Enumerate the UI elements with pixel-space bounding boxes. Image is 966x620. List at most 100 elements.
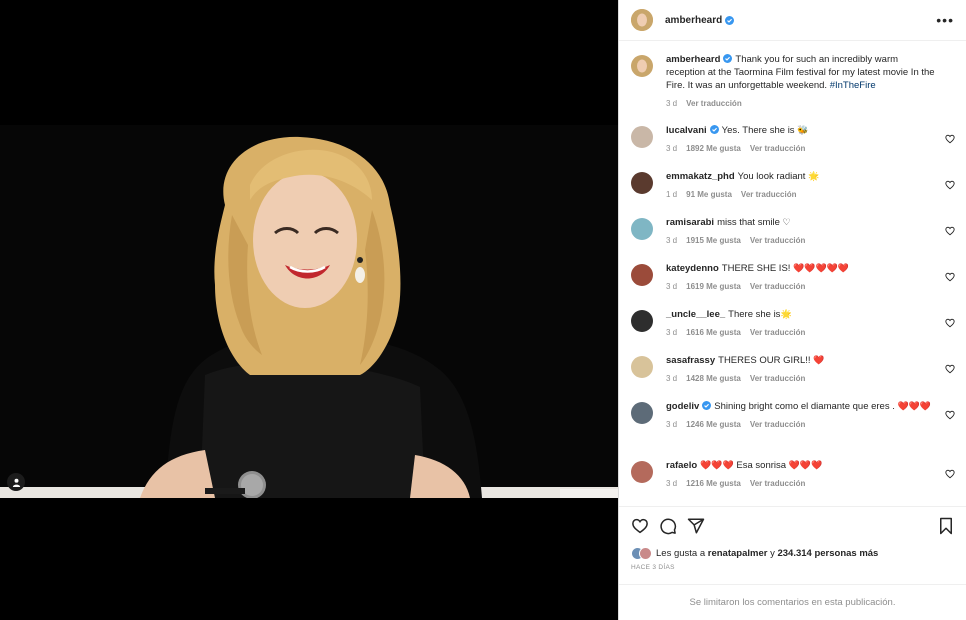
translate-link[interactable]: Ver traducción bbox=[750, 144, 806, 153]
action-icons bbox=[631, 517, 954, 535]
like-comment-heart-icon[interactable] bbox=[945, 134, 955, 144]
comment-age: 3 d bbox=[666, 479, 678, 488]
like-comment-heart-icon[interactable] bbox=[945, 272, 955, 282]
more-options-icon[interactable]: ••• bbox=[936, 12, 954, 28]
comment-meta: 3 d 1246 Me gusta Ver traducción bbox=[666, 418, 936, 431]
translate-link[interactable]: Ver traducción bbox=[750, 328, 806, 337]
translate-link[interactable]: Ver traducción bbox=[741, 190, 797, 199]
comment-age: 3 d bbox=[666, 282, 678, 291]
comment-meta: 3 d 1915 Me gusta Ver traducción bbox=[666, 234, 936, 247]
comment-username[interactable]: _uncle__lee_ bbox=[666, 309, 725, 320]
comment-likes[interactable]: 1428 Me gusta bbox=[686, 374, 741, 383]
portrait-image bbox=[0, 125, 618, 498]
save-bookmark-icon[interactable] bbox=[938, 517, 954, 535]
translate-link[interactable]: Ver traducción bbox=[750, 420, 806, 429]
comment-likes[interactable]: 1216 Me gusta bbox=[686, 479, 741, 488]
liker-username[interactable]: renatapalmer bbox=[708, 548, 768, 559]
comment-emoji: 🐝 bbox=[797, 125, 809, 135]
post-timestamp: HACE 3 DÍAS bbox=[631, 564, 675, 571]
comment-meta: 3 d 1216 Me gusta Ver traducción bbox=[666, 477, 936, 490]
commenter-avatar[interactable] bbox=[631, 264, 653, 286]
comments-disabled-notice: Se limitaron los comentarios en esta pub… bbox=[619, 584, 966, 620]
translate-link[interactable]: Ver traducción bbox=[686, 99, 742, 108]
hashtag-link[interactable]: #InTheFire bbox=[830, 80, 876, 91]
translate-link[interactable]: Ver traducción bbox=[750, 282, 806, 291]
comment-body: THERE SHE IS! bbox=[721, 263, 791, 274]
commenter-avatar[interactable] bbox=[631, 356, 653, 378]
comment-body: miss that smile bbox=[717, 217, 780, 228]
comment-body: Yes. There she is bbox=[721, 125, 795, 136]
comment-username[interactable]: lucalvani bbox=[666, 125, 707, 136]
caption-username[interactable]: amberheard bbox=[666, 54, 720, 65]
likes-count[interactable]: 234.314 personas más bbox=[777, 548, 878, 559]
user-icon bbox=[12, 478, 20, 487]
comment-username[interactable]: sasafrassy bbox=[666, 355, 715, 366]
translate-link[interactable]: Ver traducción bbox=[750, 236, 806, 245]
comment-meta: 1 d 91 Me gusta Ver traducción bbox=[666, 188, 936, 201]
comment-username[interactable]: emmakatz_phd bbox=[666, 171, 735, 182]
comments-list: amberheard Thank you for such an incredib… bbox=[619, 50, 966, 505]
comment-emoji-before: ❤️❤️❤️ bbox=[700, 460, 734, 470]
translate-link[interactable]: Ver traducción bbox=[750, 374, 806, 383]
comment-age: 3 d bbox=[666, 374, 678, 383]
comment-text: kateydenno THERE SHE IS! ❤️❤️❤️❤️❤️ 3 d 16… bbox=[666, 262, 936, 293]
comment-meta: 3 d 1616 Me gusta Ver traducción bbox=[666, 326, 936, 339]
verified-badge-icon bbox=[723, 54, 733, 63]
comment-body: Esa sonrisa bbox=[736, 460, 787, 471]
post-photo[interactable] bbox=[0, 125, 618, 498]
commenter-avatar[interactable] bbox=[631, 218, 653, 240]
commenter-avatar[interactable] bbox=[631, 402, 653, 424]
post-media bbox=[0, 0, 618, 620]
verified-badge-icon bbox=[709, 125, 719, 134]
comment-body: THERES OUR GIRL!! bbox=[718, 355, 811, 366]
share-paper-plane-icon[interactable] bbox=[687, 517, 705, 535]
comment-text: _uncle__lee_ There she is🌟 3 d 1616 Me gus… bbox=[666, 308, 936, 339]
comment-bubble-icon[interactable] bbox=[659, 517, 677, 535]
like-comment-heart-icon[interactable] bbox=[945, 226, 955, 236]
comment-body: You look radiant bbox=[737, 171, 806, 182]
post-actions: Les gusta a renatapalmer y 234.314 perso… bbox=[619, 506, 966, 584]
comment-username[interactable]: godeliv bbox=[666, 401, 699, 412]
author-username[interactable]: amberheard bbox=[665, 15, 722, 26]
like-comment-heart-icon[interactable] bbox=[945, 410, 955, 420]
comment-likes[interactable]: 91 Me gusta bbox=[686, 190, 732, 199]
like-comment-heart-icon[interactable] bbox=[945, 318, 955, 328]
comment-username[interactable]: kateydenno bbox=[666, 263, 719, 274]
comment-username[interactable]: rafaelo bbox=[666, 460, 697, 471]
author-avatar[interactable] bbox=[631, 55, 653, 77]
comment-likes[interactable]: 1619 Me gusta bbox=[686, 282, 741, 291]
like-heart-icon[interactable] bbox=[631, 517, 649, 535]
comment-row: _uncle__lee_ There she is🌟 3 d 1616 Me gus… bbox=[631, 308, 958, 339]
comment-emoji: 🌟 bbox=[780, 309, 792, 319]
commenter-avatar[interactable] bbox=[631, 126, 653, 148]
comment-emoji: ❤️ bbox=[813, 355, 825, 365]
comment-likes[interactable]: 1246 Me gusta bbox=[686, 420, 741, 429]
like-comment-heart-icon[interactable] bbox=[945, 364, 955, 374]
comment-username[interactable]: ramisarabi bbox=[666, 217, 714, 228]
comment-row: sasafrassy THERES OUR GIRL!! ❤️ 3 d 1428 M… bbox=[631, 354, 958, 385]
comment-age: 3 d bbox=[666, 236, 678, 245]
tagged-people-button[interactable] bbox=[7, 473, 25, 491]
post-header: amberheard ••• bbox=[619, 0, 966, 41]
commenter-avatar[interactable] bbox=[631, 461, 653, 483]
comment-row: kateydenno THERE SHE IS! ❤️❤️❤️❤️❤️ 3 d 16… bbox=[631, 262, 958, 293]
comment-age: 1 d bbox=[666, 190, 678, 199]
caption-row: amberheard Thank you for such an incredib… bbox=[631, 53, 958, 110]
comment-emoji: ❤️❤️❤️ bbox=[788, 460, 823, 470]
comment-meta: 3 d 1619 Me gusta Ver traducción bbox=[666, 280, 936, 293]
avatar-image bbox=[631, 55, 653, 77]
comment-likes[interactable]: 1915 Me gusta bbox=[686, 236, 741, 245]
commenter-avatar[interactable] bbox=[631, 172, 653, 194]
like-comment-heart-icon[interactable] bbox=[945, 180, 955, 190]
author-avatar[interactable] bbox=[631, 9, 653, 31]
comment-likes[interactable]: 1892 Me gusta bbox=[686, 144, 741, 153]
caption-meta: 3 d Ver traducción bbox=[666, 97, 936, 110]
comment-text: rafaelo ❤️❤️❤️ Esa sonrisa ❤️❤️❤️ 3 d 1216… bbox=[666, 459, 936, 490]
comment-likes[interactable]: 1616 Me gusta bbox=[686, 328, 741, 337]
comment-text: emmakatz_phd You look radiant 🌟 1 d 91 Me … bbox=[666, 170, 936, 201]
comment-emoji: ❤️❤️❤️❤️❤️ bbox=[793, 263, 850, 273]
commenter-avatar[interactable] bbox=[631, 310, 653, 332]
translate-link[interactable]: Ver traducción bbox=[750, 479, 806, 488]
comment-row: rafaelo ❤️❤️❤️ Esa sonrisa ❤️❤️❤️ 3 d 1216… bbox=[631, 459, 958, 490]
like-comment-heart-icon[interactable] bbox=[945, 469, 955, 479]
